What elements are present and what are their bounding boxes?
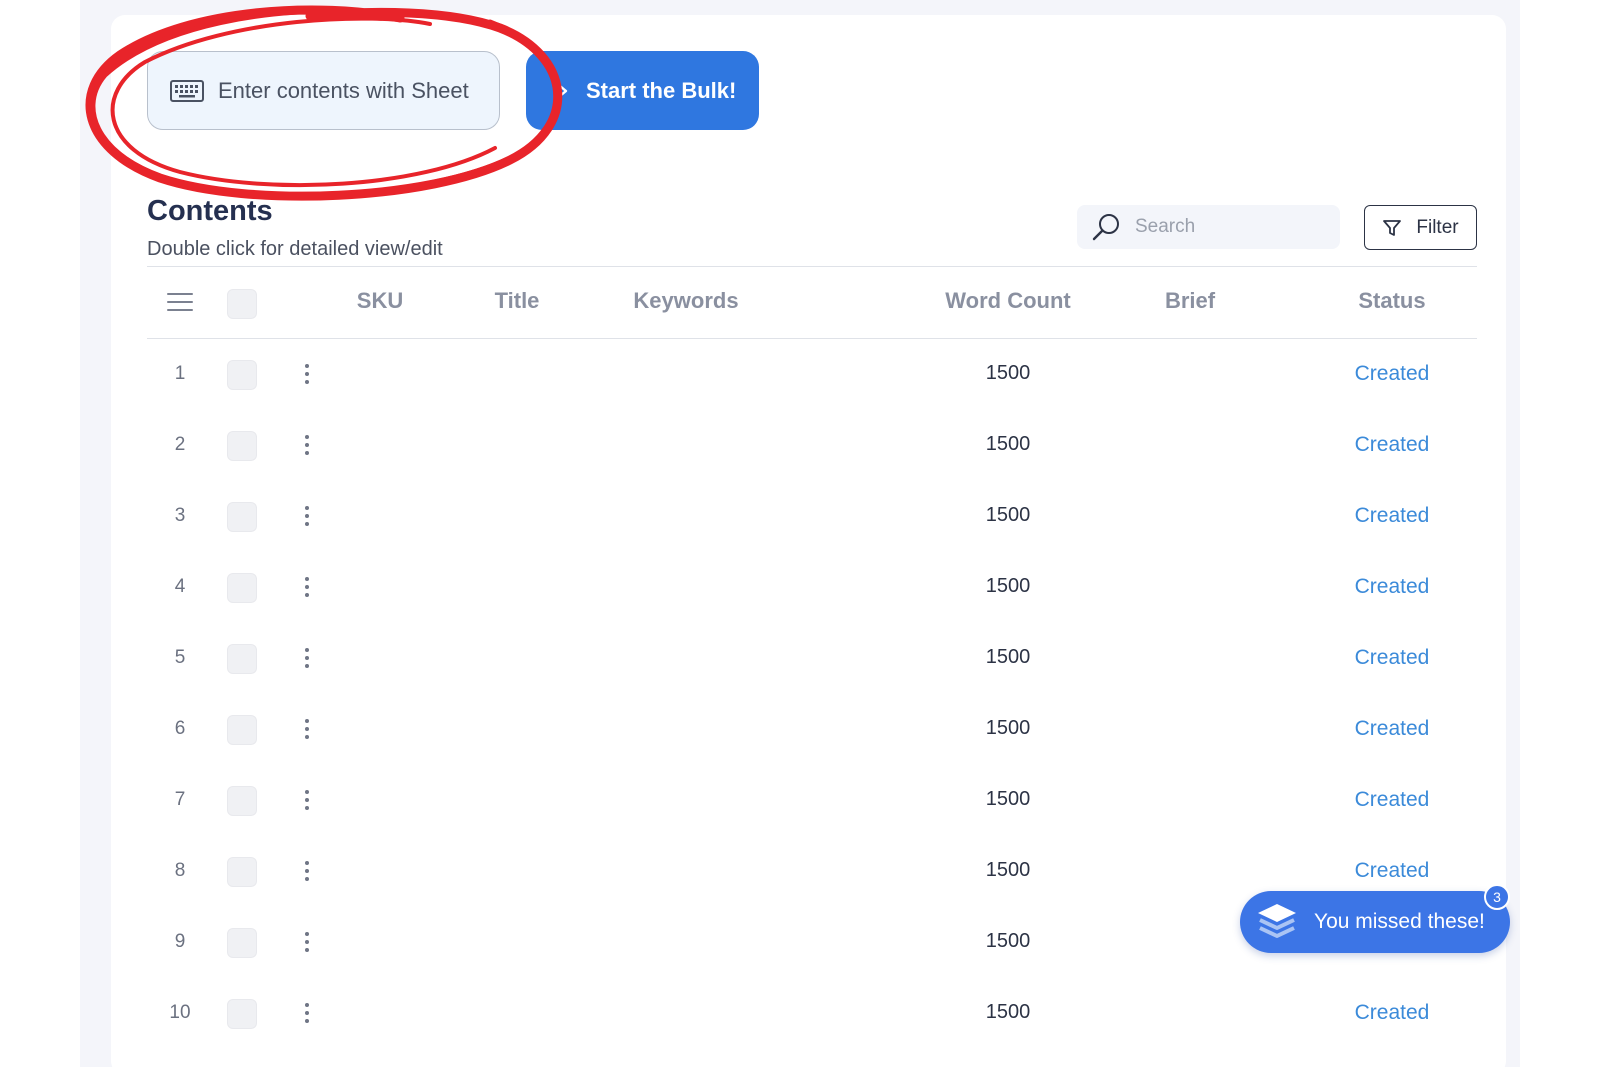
row-number: 9 xyxy=(174,931,186,952)
kebab-icon[interactable] xyxy=(303,932,311,956)
missed-items-toast[interactable]: You missed these! xyxy=(1240,891,1510,953)
row-number: 7 xyxy=(174,789,186,810)
row-checkbox[interactable] xyxy=(227,715,257,745)
enter-sheet-button[interactable]: Enter contents with Sheet xyxy=(147,51,500,130)
start-bulk-label: Start the Bulk! xyxy=(586,77,737,103)
kebab-icon[interactable] xyxy=(303,364,311,388)
kebab-icon[interactable] xyxy=(303,861,311,885)
table-header-divider xyxy=(147,338,1477,339)
word-count-cell: 1500 xyxy=(985,575,1031,597)
word-count-cell: 1500 xyxy=(985,859,1031,881)
row-number: 3 xyxy=(174,505,186,526)
row-checkbox[interactable] xyxy=(227,786,257,816)
filter-icon xyxy=(1383,219,1402,236)
word-count-cell: 1500 xyxy=(985,930,1031,952)
column-header-sku[interactable]: SKU xyxy=(357,288,403,314)
select-all-checkbox[interactable] xyxy=(227,289,257,319)
row-number: 5 xyxy=(174,647,186,668)
word-count-cell: 1500 xyxy=(985,504,1031,526)
row-checkbox[interactable] xyxy=(227,360,257,390)
word-count-cell: 1500 xyxy=(985,788,1031,810)
row-checkbox[interactable] xyxy=(227,999,257,1029)
row-number: 1 xyxy=(174,363,186,384)
filter-label: Filter xyxy=(1416,216,1459,238)
kebab-icon[interactable] xyxy=(303,790,311,814)
keyboard-icon xyxy=(170,79,204,102)
status-cell[interactable]: Created xyxy=(1355,1001,1430,1025)
menu-icon[interactable] xyxy=(167,292,193,312)
search-box[interactable] xyxy=(1077,205,1340,249)
status-cell[interactable]: Created xyxy=(1355,646,1430,670)
column-header-brief[interactable]: Brief xyxy=(1165,288,1215,314)
word-count-cell: 1500 xyxy=(985,362,1031,384)
status-cell[interactable]: Created xyxy=(1355,575,1430,599)
status-cell[interactable]: Created xyxy=(1355,859,1430,883)
row-number: 8 xyxy=(174,860,186,881)
word-count-cell: 1500 xyxy=(985,717,1031,739)
row-checkbox[interactable] xyxy=(227,502,257,532)
play-icon xyxy=(558,84,568,97)
word-count-cell: 1500 xyxy=(985,646,1031,668)
start-bulk-button[interactable]: Start the Bulk! xyxy=(526,51,759,130)
column-header-keywords[interactable]: Keywords xyxy=(633,288,738,314)
row-checkbox[interactable] xyxy=(227,928,257,958)
page-title: Contents xyxy=(147,195,273,227)
header-divider xyxy=(147,266,1477,267)
enter-sheet-label: Enter contents with Sheet xyxy=(218,77,469,103)
column-header-word-count[interactable]: Word Count xyxy=(945,288,1070,314)
column-header-title[interactable]: Title xyxy=(495,288,540,314)
word-count-cell: 1500 xyxy=(985,433,1031,455)
word-count-cell: 1500 xyxy=(985,1001,1031,1023)
kebab-icon[interactable] xyxy=(303,506,311,530)
row-checkbox[interactable] xyxy=(227,857,257,887)
kebab-icon[interactable] xyxy=(303,1003,311,1027)
filter-button[interactable]: Filter xyxy=(1364,205,1477,250)
row-checkbox[interactable] xyxy=(227,573,257,603)
search-input[interactable] xyxy=(1135,216,1325,238)
status-cell[interactable]: Created xyxy=(1355,504,1430,528)
kebab-icon[interactable] xyxy=(303,577,311,601)
notification-badge: 3 xyxy=(1484,884,1510,910)
row-checkbox[interactable] xyxy=(227,644,257,674)
kebab-icon[interactable] xyxy=(303,648,311,672)
status-cell[interactable]: Created xyxy=(1355,433,1430,457)
row-number: 6 xyxy=(174,718,186,739)
status-cell[interactable]: Created xyxy=(1355,717,1430,741)
search-icon xyxy=(1092,214,1119,241)
kebab-icon[interactable] xyxy=(303,719,311,743)
row-number: 10 xyxy=(169,1002,191,1023)
toast-label: You missed these! xyxy=(1314,910,1485,933)
page-subtitle: Double click for detailed view/edit xyxy=(147,238,443,260)
status-cell[interactable]: Created xyxy=(1355,788,1430,812)
row-number: 2 xyxy=(174,434,186,455)
column-header-status[interactable]: Status xyxy=(1358,288,1425,314)
layers-icon xyxy=(1258,904,1296,938)
row-number: 4 xyxy=(174,576,186,597)
status-cell[interactable]: Created xyxy=(1355,362,1430,386)
kebab-icon[interactable] xyxy=(303,435,311,459)
row-checkbox[interactable] xyxy=(227,431,257,461)
